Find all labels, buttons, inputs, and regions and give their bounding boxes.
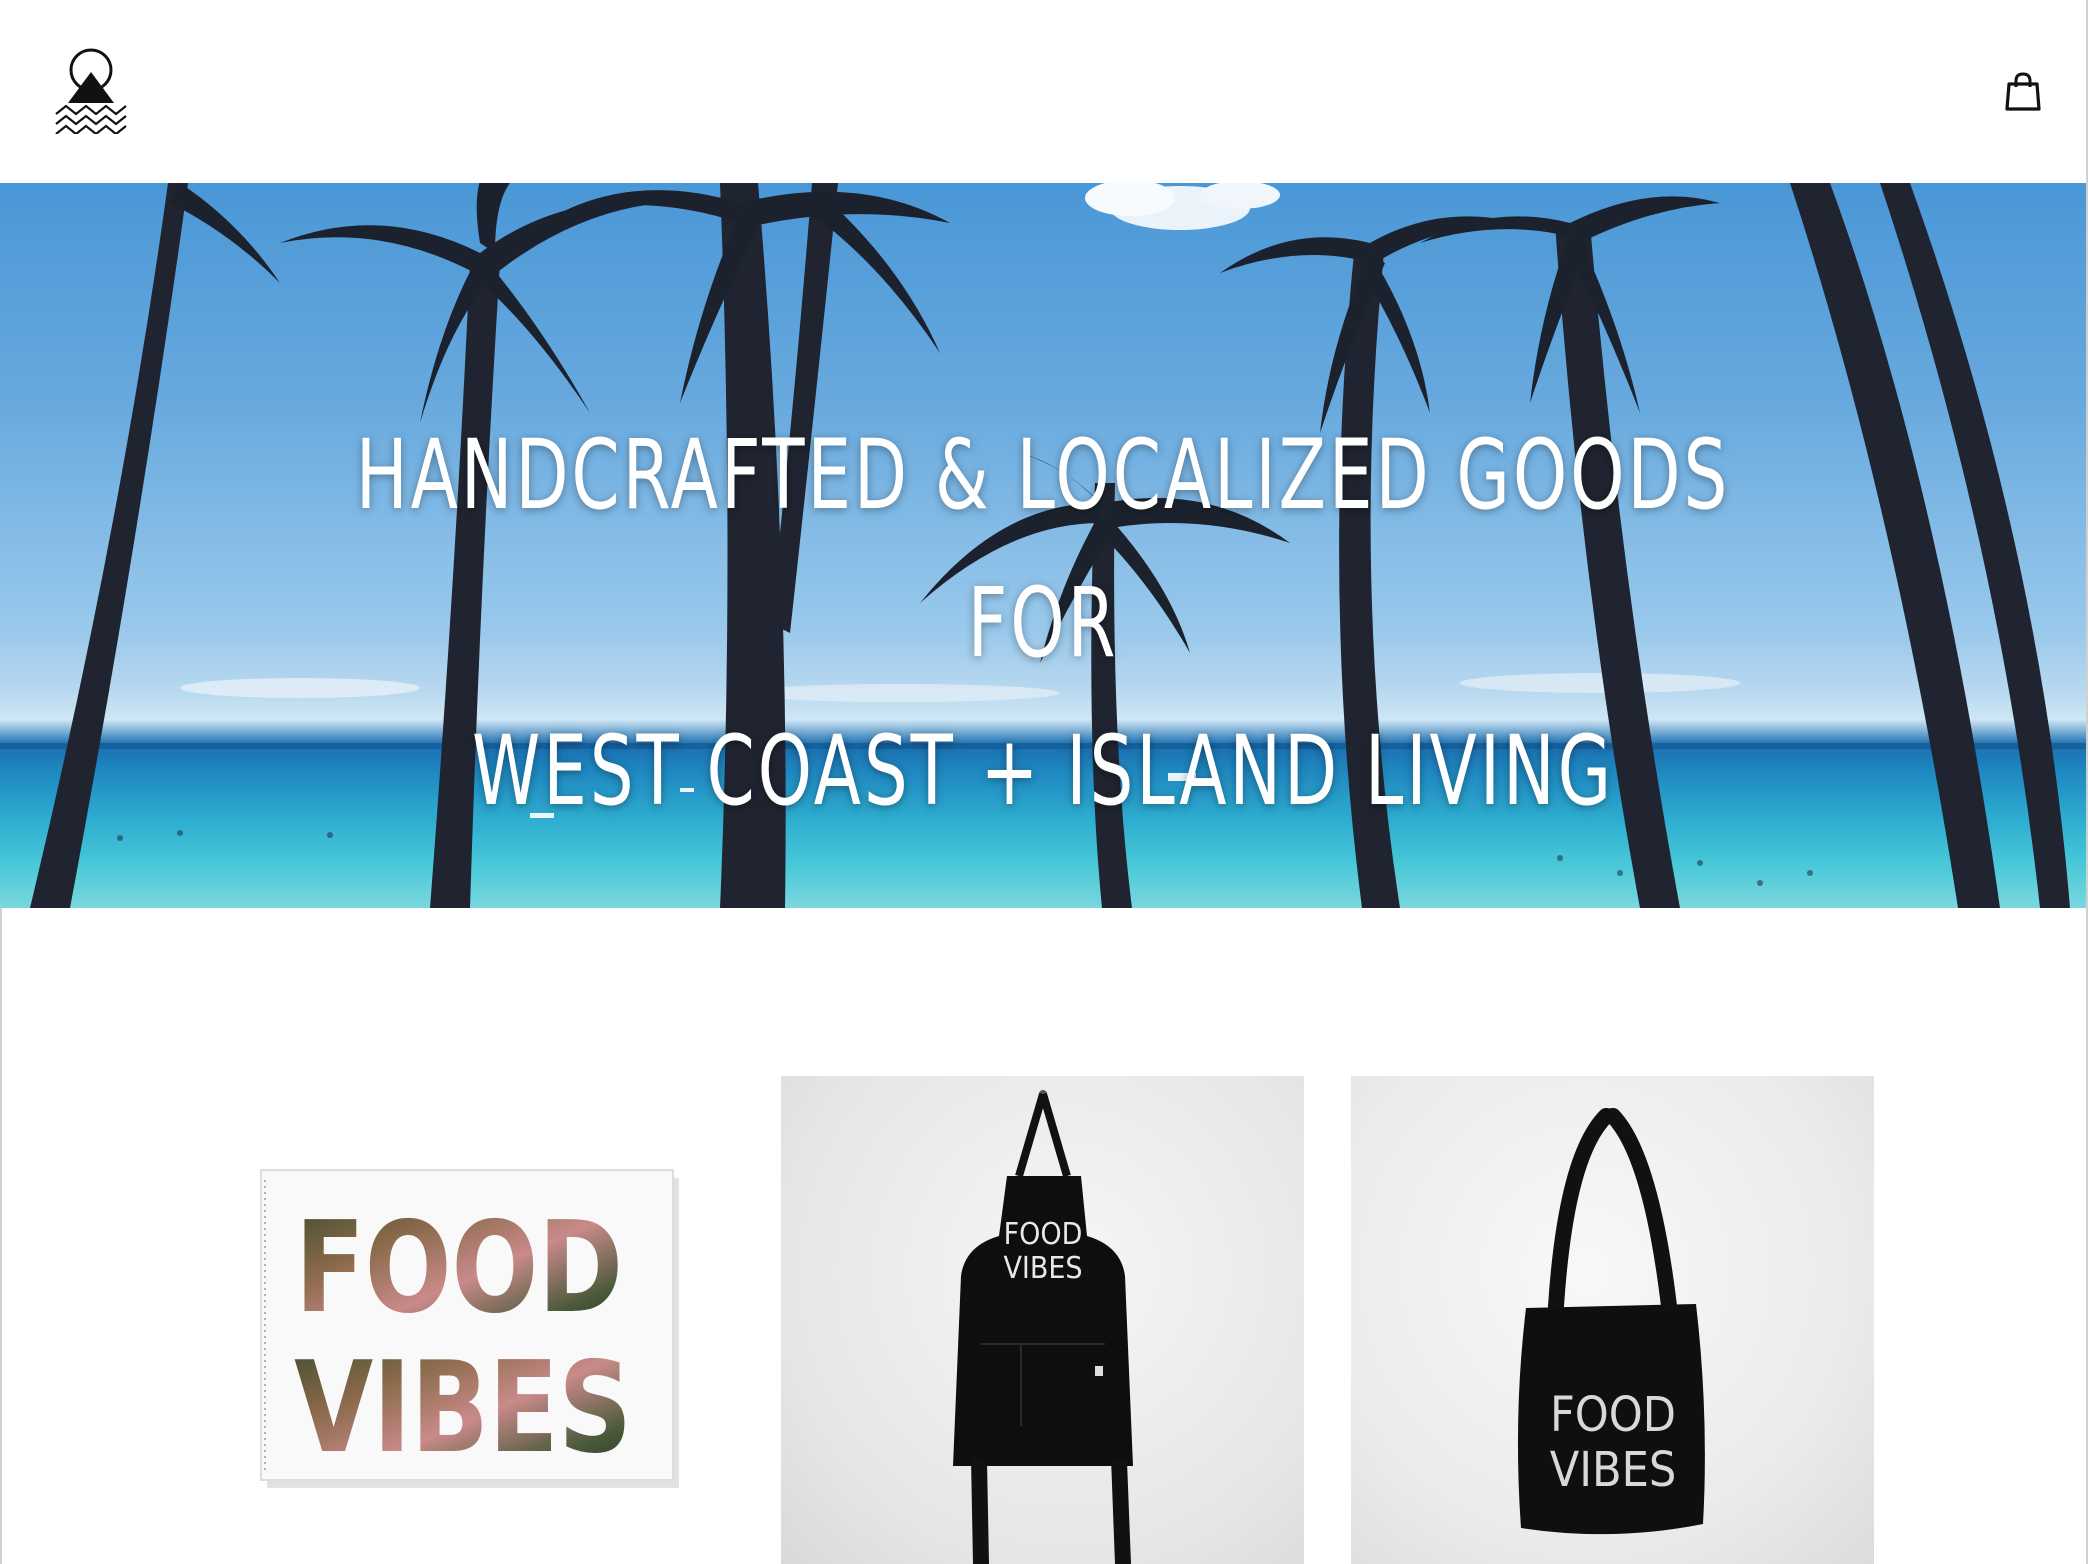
hero-title-line2: WEST COAST + ISLAND LIVING (471, 715, 1615, 827)
tote-text-line1: FOOD (1550, 1387, 1676, 1443)
product-grid: FOOD VIBES FOOD VIBES FOOD VIBES (0, 908, 2086, 1564)
product-card-booklet[interactable]: FOOD VIBES (211, 1076, 734, 1564)
food-vibes-apron-image: FOOD VIBES (953, 1090, 1133, 1564)
logo-link[interactable] (54, 48, 128, 136)
tote-text-line2: VIBES (1550, 1442, 1677, 1498)
product-image-text-line2: VIBES (294, 1335, 632, 1481)
apron-text-line2: VIBES (1003, 1251, 1082, 1286)
hero-title-line1: HANDCRAFTED & LOCALIZED GOODS FOR (355, 419, 1731, 679)
sun-mountain-waves-logo-icon (55, 48, 127, 136)
shopping-bag-icon (2005, 72, 2041, 111)
product-card-apron[interactable]: FOOD VIBES (781, 1076, 1304, 1564)
food-vibes-tote-image: FOOD VIBES (1517, 1108, 1705, 1535)
cart-button[interactable] (2004, 72, 2042, 112)
hero-banner: HANDCRAFTED & LOCALIZED GOODS FOR WEST C… (0, 183, 2086, 908)
product-card-tote[interactable]: FOOD VIBES (1351, 1076, 1874, 1564)
apron-text-line1: FOOD (1004, 1217, 1083, 1252)
site-header (0, 0, 2086, 183)
hero-title: HANDCRAFTED & LOCALIZED GOODS FOR WEST C… (292, 401, 1794, 845)
food-vibes-booklet-image: FOOD VIBES (260, 1169, 679, 1488)
product-image-text-line1: FOOD (295, 1195, 623, 1341)
